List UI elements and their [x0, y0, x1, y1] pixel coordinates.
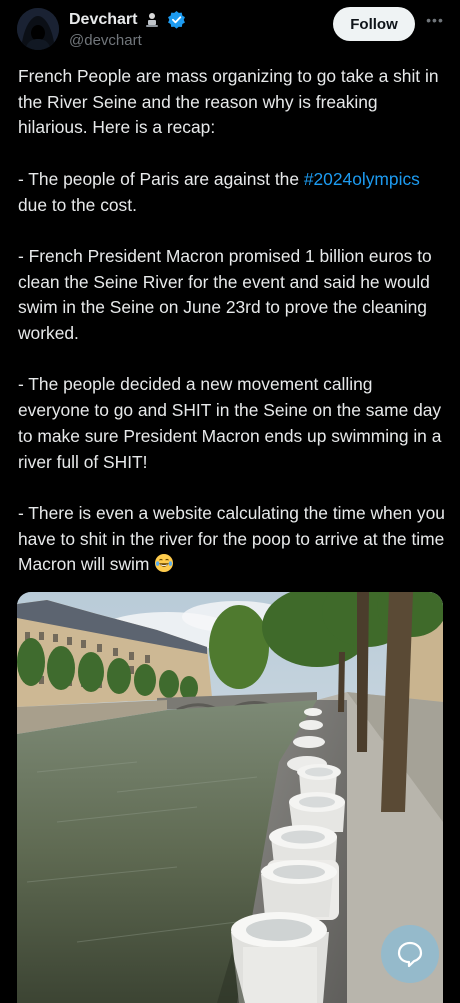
more-horizontal-icon[interactable]: •••: [424, 12, 446, 32]
handle[interactable]: @devchart: [69, 32, 186, 49]
post-paragraph: - French President Macron promised 1 bil…: [18, 245, 432, 343]
avatar[interactable]: [17, 8, 59, 50]
post-image[interactable]: [17, 592, 443, 1003]
follow-button[interactable]: Follow: [333, 7, 415, 41]
chat-bubble-button[interactable]: [381, 925, 439, 983]
laughing-with-tears-emoji-icon: [155, 554, 174, 573]
post-text: French People are mass organizing to go …: [18, 64, 446, 578]
verified-badge-icon: [168, 10, 186, 29]
seine-toilets-photo: [17, 592, 443, 1003]
post-paragraph: - There is even a website calculating th…: [18, 502, 445, 575]
author-info: Devchart @devchart: [69, 10, 186, 49]
post-paragraph: - The people decided a new movement call…: [18, 374, 442, 472]
hooded-figure-icon: [17, 8, 59, 50]
display-name[interactable]: Devchart: [69, 11, 137, 29]
laptop-person-icon: [146, 12, 159, 27]
chat-bubble-icon: [397, 941, 423, 968]
hashtag-link[interactable]: #2024olympics: [304, 169, 420, 189]
post-paragraph: French People are mass organizing to go …: [18, 66, 439, 138]
post-header: Devchart @devchart Follow •••: [0, 0, 460, 60]
post-paragraph: - The people of Paris are against the #2…: [18, 168, 420, 215]
